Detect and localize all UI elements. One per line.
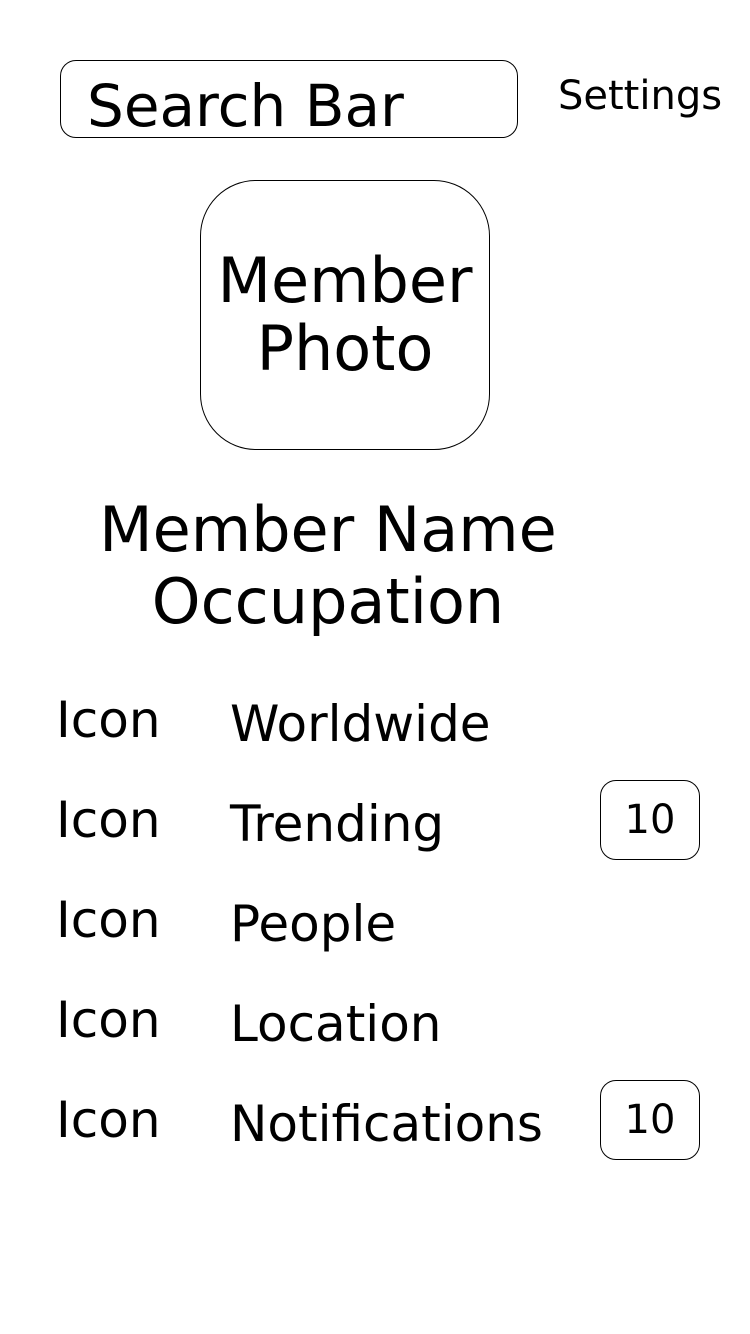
member-occupation: Occupation	[151, 565, 505, 638]
search-input[interactable]: Search Bar	[60, 60, 518, 140]
nav-icon-placeholder: Icon	[56, 991, 161, 1049]
nav-item-label: Worldwide	[230, 695, 491, 753]
nav-item-label: Notifications	[230, 1095, 543, 1153]
nav-icon-placeholder: Icon	[56, 691, 161, 749]
notifications-count-badge: 10	[600, 1080, 700, 1160]
member-photo[interactable]: Member Photo	[200, 180, 490, 450]
search-bar-label: Search Bar	[87, 72, 404, 140]
nav-item-label: Location	[230, 995, 442, 1053]
nav-item-location[interactable]: Icon Location	[0, 970, 750, 1070]
nav-item-label: Trending	[230, 795, 445, 853]
nav-icon-placeholder: Icon	[56, 1091, 161, 1149]
settings-link[interactable]: Settings	[558, 70, 722, 122]
profile-info: Member Name Occupation	[60, 494, 596, 638]
nav-item-worldwide[interactable]: Icon Worldwide	[0, 670, 750, 770]
nav-item-trending[interactable]: Icon Trending 10	[0, 770, 750, 870]
nav-icon-placeholder: Icon	[56, 791, 161, 849]
nav-item-label: People	[230, 895, 397, 953]
nav-item-people[interactable]: Icon People	[0, 870, 750, 970]
member-photo-label: Member Photo	[217, 244, 473, 385]
trending-count-badge: 10	[600, 780, 700, 860]
member-name: Member Name	[99, 493, 557, 566]
nav-icon-placeholder: Icon	[56, 891, 161, 949]
nav-item-notifications[interactable]: Icon Notifications 10	[0, 1070, 750, 1170]
